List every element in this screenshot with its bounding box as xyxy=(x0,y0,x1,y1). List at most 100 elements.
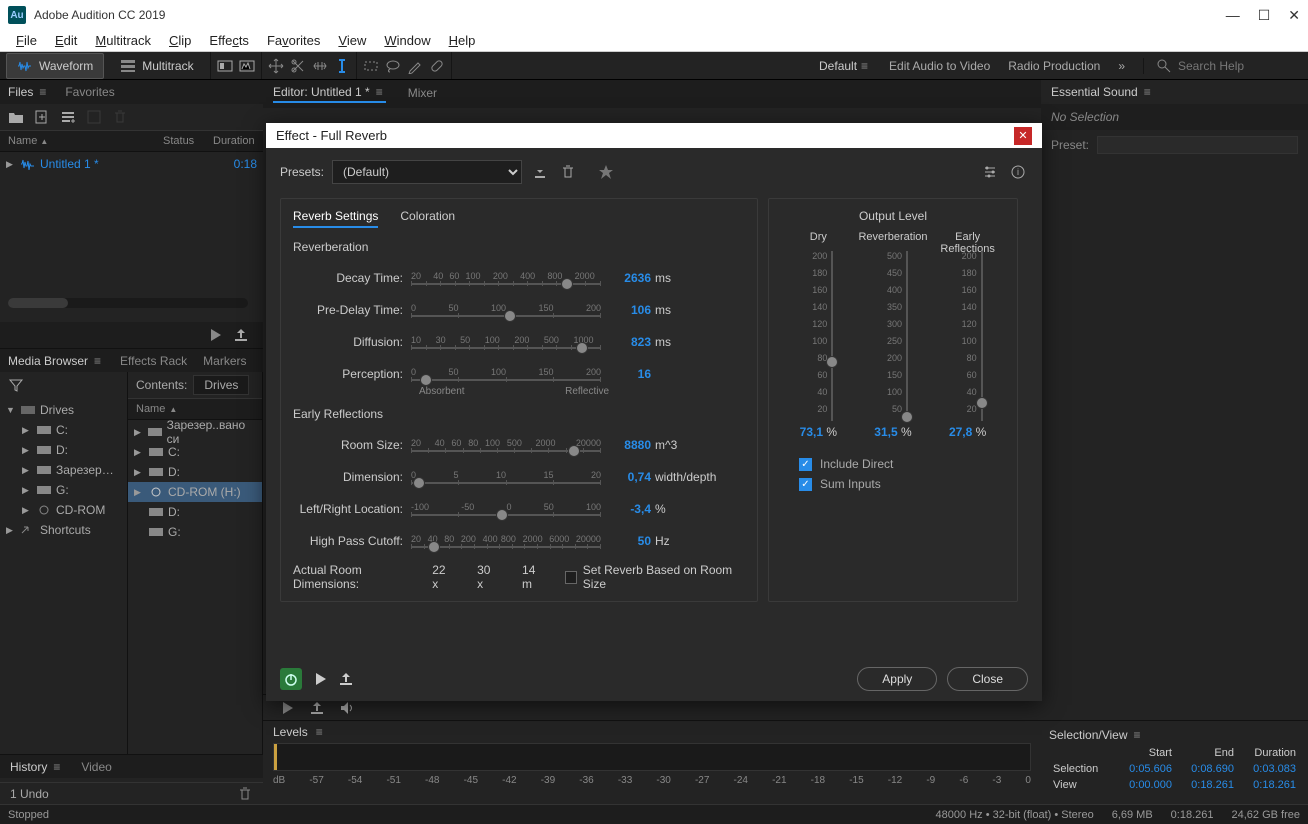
new-file-icon[interactable] xyxy=(34,109,50,125)
loop-icon[interactable] xyxy=(309,700,325,716)
hud-icon[interactable] xyxy=(217,58,233,74)
multitrack-mode-button[interactable]: Multitrack xyxy=(110,54,203,78)
window-maximize-button[interactable]: ☐ xyxy=(1258,7,1271,24)
sum-inputs-checkbox[interactable]: ✓ xyxy=(799,478,812,491)
tree-item-c[interactable]: ▶C: xyxy=(0,420,127,440)
slider-thumb[interactable] xyxy=(413,477,425,489)
export-icon[interactable] xyxy=(233,327,249,343)
list-item[interactable]: ▶G: xyxy=(128,522,262,542)
close-button[interactable]: Close xyxy=(947,667,1028,691)
workspace-default-button[interactable]: Default xyxy=(819,59,871,73)
slider-track[interactable] xyxy=(411,482,601,484)
slider-thumb[interactable] xyxy=(420,374,432,386)
volume-icon[interactable] xyxy=(339,700,355,716)
contents-value[interactable]: Drives xyxy=(193,375,249,395)
vslider-thumb[interactable] xyxy=(976,397,988,409)
brush-tool-icon[interactable] xyxy=(407,58,423,74)
play-icon[interactable] xyxy=(207,327,223,343)
slider-track[interactable] xyxy=(411,347,601,349)
filter-icon[interactable] xyxy=(8,377,24,393)
delete-preset-icon[interactable] xyxy=(558,162,578,182)
play-button-icon[interactable] xyxy=(279,700,295,716)
menu-effects[interactable]: Effects xyxy=(201,31,257,50)
dialog-titlebar[interactable]: Effect - Full Reverb ✕ xyxy=(266,123,1042,148)
menu-favorites[interactable]: Favorites xyxy=(259,31,328,50)
move-tool-icon[interactable] xyxy=(268,58,284,74)
vslider-thumb[interactable] xyxy=(901,411,913,423)
slider-thumb[interactable] xyxy=(428,541,440,553)
info-icon[interactable]: i xyxy=(1008,162,1028,182)
hamburger-icon[interactable] xyxy=(1144,85,1154,99)
col-name[interactable]: Name ▲ xyxy=(8,135,163,147)
files-tab[interactable]: Files xyxy=(8,85,49,99)
menu-window[interactable]: Window xyxy=(376,31,438,50)
media-browser-tab[interactable]: Media Browser xyxy=(8,354,104,368)
slider-thumb[interactable] xyxy=(496,509,508,521)
list-item[interactable]: ▶D: xyxy=(128,462,262,482)
vslider-value[interactable]: 27,8 % xyxy=(933,425,1003,439)
tree-item-reserved[interactable]: ▶Зарезервировано xyxy=(0,460,127,480)
vslider-track[interactable] xyxy=(906,251,908,421)
slider-value[interactable]: -3,4 xyxy=(601,502,651,516)
insert-file-icon[interactable] xyxy=(60,109,76,125)
col-name[interactable]: Name xyxy=(136,403,165,415)
healing-tool-icon[interactable] xyxy=(429,58,445,74)
slider-thumb[interactable] xyxy=(576,342,588,354)
hamburger-icon[interactable] xyxy=(316,725,326,739)
mixer-tab[interactable]: Mixer xyxy=(408,86,437,102)
export-effect-icon[interactable] xyxy=(338,671,354,687)
power-button[interactable] xyxy=(280,668,302,690)
list-item[interactable]: ▶D: xyxy=(128,502,262,522)
tree-item-d[interactable]: ▶D: xyxy=(0,440,127,460)
vslider-value[interactable]: 73,1 % xyxy=(783,425,853,439)
hamburger-icon[interactable] xyxy=(1134,728,1144,742)
col-duration[interactable]: Duration xyxy=(213,135,255,147)
essential-sound-tab[interactable]: Essential Sound xyxy=(1051,85,1138,99)
set-reverb-checkbox[interactable] xyxy=(565,571,577,584)
slider-value[interactable]: 50 xyxy=(601,534,651,548)
tree-item-shortcuts[interactable]: ▶Shortcuts xyxy=(0,520,127,540)
view-start[interactable]: 0:00.000 xyxy=(1114,777,1176,793)
menu-multitrack[interactable]: Multitrack xyxy=(87,31,159,50)
window-minimize-button[interactable]: — xyxy=(1226,7,1240,24)
slider-value[interactable]: 0,74 xyxy=(601,470,651,484)
preset-dropdown[interactable] xyxy=(1097,136,1298,154)
search-input[interactable] xyxy=(1178,59,1298,73)
menu-view[interactable]: View xyxy=(330,31,374,50)
tab-reverb-settings[interactable]: Reverb Settings xyxy=(293,209,378,228)
slider-value[interactable]: 823 xyxy=(601,335,651,349)
col-status[interactable]: Status xyxy=(163,135,213,147)
settings-icon[interactable] xyxy=(980,162,1000,182)
slider-value[interactable]: 8880 xyxy=(601,438,651,452)
vslider-track[interactable] xyxy=(981,251,983,421)
menu-file[interactable]: File xyxy=(8,31,45,50)
tree-item-cdrom[interactable]: ▶CD-ROM xyxy=(0,500,127,520)
tree-item-drives[interactable]: ▼Drives xyxy=(0,400,127,420)
lasso-tool-icon[interactable] xyxy=(385,58,401,74)
editor-tab[interactable]: Editor: Untitled 1 * xyxy=(273,85,386,103)
slider-value[interactable]: 16 xyxy=(601,367,651,381)
selection-start[interactable]: 0:05.606 xyxy=(1114,761,1176,777)
favorites-tab[interactable]: Favorites xyxy=(65,85,114,99)
list-item[interactable]: ▶Зарезер..вано си xyxy=(128,422,262,442)
workspace-editvideo-button[interactable]: Edit Audio to Video xyxy=(889,59,990,73)
scrollbar-horizontal[interactable] xyxy=(8,298,248,308)
view-end[interactable]: 0:18.261 xyxy=(1176,777,1238,793)
marquee-tool-icon[interactable] xyxy=(363,58,379,74)
slider-track[interactable] xyxy=(411,450,601,452)
slider-thumb[interactable] xyxy=(561,278,573,290)
presets-dropdown[interactable]: (Default) xyxy=(332,160,522,184)
workspace-radio-button[interactable]: Radio Production xyxy=(1008,59,1100,73)
markers-tab[interactable]: Markers xyxy=(203,354,246,368)
slider-thumb[interactable] xyxy=(568,445,580,457)
slider-track[interactable] xyxy=(411,379,601,381)
window-close-button[interactable]: ✕ xyxy=(1288,7,1300,24)
list-item-selected[interactable]: ▶CD-ROM (H:) xyxy=(128,482,262,502)
spectral-icon[interactable] xyxy=(239,58,255,74)
include-direct-checkbox[interactable]: ✓ xyxy=(799,458,812,471)
apply-button[interactable]: Apply xyxy=(857,667,937,691)
slider-value[interactable]: 106 xyxy=(601,303,651,317)
save-preset-icon[interactable] xyxy=(530,162,550,182)
slider-track[interactable] xyxy=(411,315,601,317)
vslider-value[interactable]: 31,5 % xyxy=(858,425,928,439)
